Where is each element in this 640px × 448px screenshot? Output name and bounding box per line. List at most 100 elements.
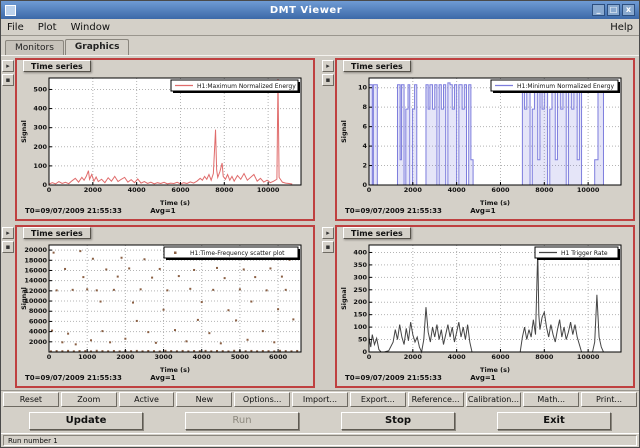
stop-button[interactable]: Stop [341,412,455,430]
svg-text:8000: 8000 [535,186,554,194]
svg-text:4: 4 [362,142,367,150]
export-button[interactable]: Export... [350,392,406,407]
plot-area[interactable]: 02000400060008000100000100200300400500Ti… [19,73,309,207]
svg-text:200: 200 [353,298,367,306]
svg-text:6000: 6000 [29,317,48,325]
svg-text:2000: 2000 [116,353,135,361]
svg-text:500: 500 [33,85,47,93]
pad-footer: T0=09/07/2009 21:55:33 Avg=1 [17,374,313,386]
run-number-status: Run number 1 [3,435,637,446]
svg-text:100: 100 [353,323,367,331]
svg-text:8000: 8000 [29,307,48,315]
svg-text:2000: 2000 [404,353,423,361]
pad-arrow-button[interactable]: ▸ [2,227,14,239]
update-button[interactable]: Update [29,412,143,430]
menu-plot[interactable]: Plot [38,22,57,33]
svg-text:2000: 2000 [84,186,103,194]
plot-area[interactable]: 0100020003000400050006000200040006000800… [19,240,309,374]
exit-button[interactable]: Exit [497,412,611,430]
plot-pad[interactable]: Time series 0100020003000400050006000200… [15,225,315,388]
svg-text:8: 8 [362,103,367,111]
avg-label: Avg=1 [150,374,175,382]
svg-text:6000: 6000 [269,353,288,361]
pad-box-button[interactable]: ▪ [322,74,334,86]
title-bar: DMT Viewer _ □ x [1,1,639,19]
action-row: Update Run Stop Exit [1,408,639,433]
pad-arrow-button[interactable]: ▸ [2,60,14,72]
active-button[interactable]: Active [119,392,175,407]
svg-text:H1:Time-Frequency scatter plot: H1:Time-Frequency scatter plot [190,250,285,257]
svg-text:10000: 10000 [577,186,600,194]
menu-file[interactable]: File [7,22,24,33]
status-bar: Run number 1 [1,433,639,447]
pad-box-button[interactable]: ▪ [322,241,334,253]
svg-text:200: 200 [33,143,47,151]
tab-graphics[interactable]: Graphics [65,39,130,55]
plot-area[interactable]: 02000400060008000100000246810Time (s)Sig… [339,73,629,207]
pad-top-right: ▸ ▪ Time series 020004000600080001000002… [321,58,635,221]
t0-label: T0=09/07/2009 21:55:33 [25,374,122,382]
pad-title-tab[interactable]: Time series [343,60,411,72]
svg-text:5000: 5000 [231,353,250,361]
window-title: DMT Viewer [20,5,592,16]
pad-arrow-button[interactable]: ▸ [322,227,334,239]
new-button[interactable]: New [176,392,232,407]
plot-toolbar: Reset Zoom Active New Options... Import.… [1,390,639,408]
t0-label: T0=09/07/2009 21:55:33 [345,374,442,382]
pad-box-button[interactable]: ▪ [2,241,14,253]
svg-text:0: 0 [42,181,47,189]
svg-text:10: 10 [358,84,368,92]
pad-box-button[interactable]: ▪ [2,74,14,86]
svg-text:Signal: Signal [340,120,348,143]
minimize-icon[interactable]: _ [592,4,605,16]
close-icon[interactable]: x [622,4,635,16]
pad-title-tab[interactable]: Time series [23,227,91,239]
svg-text:0: 0 [367,353,372,361]
pad-bottom-right: ▸ ▪ Time series 020004000600080001000005… [321,225,635,388]
print-button[interactable]: Print... [581,392,637,407]
svg-text:2: 2 [362,162,367,170]
calibration-button[interactable]: Calibration... [466,392,522,407]
import-button[interactable]: Import... [292,392,348,407]
reference-button[interactable]: Reference... [408,392,464,407]
pad-arrow-button[interactable]: ▸ [322,60,334,72]
svg-text:H1 Trigger Rate: H1 Trigger Rate [561,250,608,257]
menu-help[interactable]: Help [610,22,633,33]
dmt-viewer-window: DMT Viewer _ □ x File Plot Window Help M… [0,0,640,448]
svg-text:H1:Maximum Normalized Energy: H1:Maximum Normalized Energy [197,83,296,90]
app-icon [5,5,16,16]
pad-title-tab[interactable]: Time series [343,227,411,239]
svg-text:20000: 20000 [24,246,47,254]
menu-window[interactable]: Window [71,22,110,33]
svg-text:0: 0 [47,186,52,194]
avg-label: Avg=1 [150,207,175,215]
svg-text:16000: 16000 [24,266,47,274]
menu-bar: File Plot Window Help [1,19,639,36]
tab-monitors[interactable]: Monitors [5,40,64,55]
zoom-button[interactable]: Zoom [61,392,117,407]
svg-text:Time (s): Time (s) [160,366,190,374]
svg-text:400: 400 [33,105,47,113]
pad-title-tab[interactable]: Time series [23,60,91,72]
pad-footer: T0=09/07/2009 21:55:33 Avg=1 [337,374,633,386]
svg-text:Signal: Signal [20,287,28,310]
svg-text:2000: 2000 [29,338,48,346]
svg-text:4000: 4000 [128,186,147,194]
plot-pad[interactable]: Time series 0200040006000800010000050100… [335,225,635,388]
svg-text:18000: 18000 [24,256,47,264]
svg-text:6: 6 [362,123,367,131]
svg-text:150: 150 [353,311,367,319]
svg-text:400: 400 [353,248,367,256]
plot-area[interactable]: 0200040006000800010000050100150200250300… [339,240,629,374]
svg-text:0: 0 [362,348,367,356]
plot-pad[interactable]: Time series 0200040006000800010000010020… [15,58,315,221]
reset-button[interactable]: Reset [3,392,59,407]
math-button[interactable]: Math... [523,392,579,407]
svg-text:300: 300 [353,273,367,281]
options-button[interactable]: Options... [234,392,290,407]
maximize-icon[interactable]: □ [607,4,620,16]
svg-text:0: 0 [367,186,372,194]
svg-text:250: 250 [353,286,367,294]
plot-pad[interactable]: Time series 0200040006000800010000024681… [335,58,635,221]
svg-text:4000: 4000 [448,353,467,361]
